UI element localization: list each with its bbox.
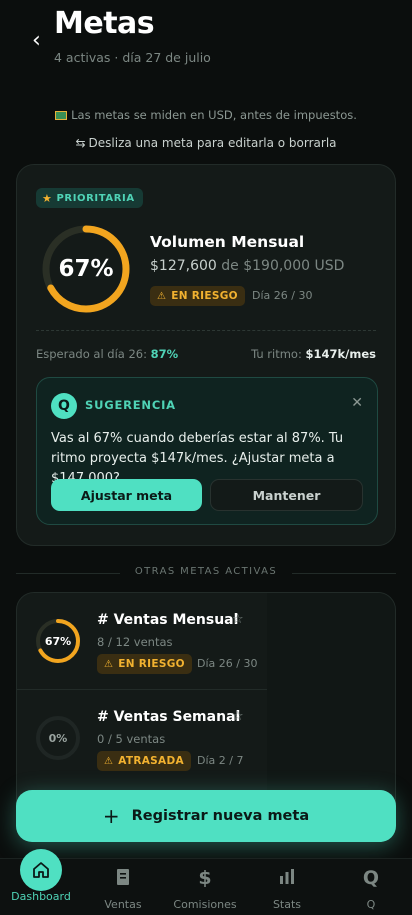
suggestion-title: SUGERENCIA (85, 398, 176, 412)
money-flag-icon (55, 111, 68, 120)
tab-comisiones[interactable]: $ Comisiones (164, 859, 246, 915)
main-progress-ring: 67% (40, 223, 132, 315)
goal-day: Día 26 / 30 (197, 657, 258, 670)
tab-label: Q (366, 898, 376, 911)
star-outline-icon[interactable]: ☆ (232, 612, 244, 627)
receipt-icon (82, 867, 164, 892)
goal-row[interactable]: 0% # Ventas Semanal ☆ 0 / 5 ventas ⚠ ATR… (17, 690, 267, 787)
page-title: Metas (54, 6, 155, 41)
goal-name: # Ventas Semanal (97, 709, 241, 725)
warning-icon: ⚠ (157, 290, 167, 302)
back-chevron-icon[interactable]: ‹ (32, 30, 48, 52)
plus-icon: + (102, 804, 120, 828)
tab-q[interactable]: Q Q (330, 859, 412, 915)
main-goal-of: de (221, 258, 239, 274)
status-badge-label: ATRASADA (118, 755, 184, 767)
register-goal-button[interactable]: + Registrar nueva meta (16, 790, 396, 842)
priority-goal-card[interactable]: ★ PRIORITARIA 67% Volumen Mensual $127,6… (16, 164, 396, 546)
other-goals-list: 67% # Ventas Mensual ☆ 8 / 12 ventas ⚠ E… (16, 592, 396, 822)
other-goals-heading-text: OTRAS METAS ACTIVAS (134, 566, 278, 577)
home-icon (20, 849, 62, 891)
bottom-tab-bar: Dashboard Ventas $ Comisiones Stats Q Q (0, 849, 412, 915)
page-subtitle: 4 activas · día 27 de julio (54, 50, 211, 65)
currency-notice-text: Las metas se miden en USD, antes de impu… (71, 108, 357, 122)
warning-icon: ⚠ (104, 755, 114, 767)
swipe-hint-text: Desliza una meta para editarla o borrarl… (88, 136, 337, 150)
q-logo-icon: Q (51, 393, 77, 419)
status-badge: ⚠ EN RIESGO (97, 654, 192, 674)
tab-label: Comisiones (173, 898, 237, 911)
swipe-actions-area (267, 593, 395, 821)
goal-count: 8 / 12 ventas (97, 635, 173, 649)
dashed-divider (36, 330, 376, 331)
goal-row[interactable]: 67% # Ventas Mensual ☆ 8 / 12 ventas ⚠ E… (17, 593, 267, 690)
header: ‹ Metas 4 activas · día 27 de julio (0, 0, 412, 80)
goal-name: # Ventas Mensual (97, 612, 239, 628)
star-filled-icon: ★ (42, 191, 53, 205)
goal-progress-ring: 0% (34, 714, 82, 762)
main-goal-day: Día 26 / 30 (252, 289, 313, 302)
adjust-goal-button[interactable]: Ajustar meta (51, 479, 202, 511)
bar-chart-icon (246, 867, 328, 892)
current-rhythm: Tu ritmo: $147k/mes (251, 347, 376, 361)
expected-value: 87% (150, 347, 179, 361)
tab-label: Stats (272, 898, 302, 911)
rhythm-label: Tu ritmo: (251, 347, 302, 361)
currency-notice: Las metas se miden en USD, antes de impu… (0, 108, 412, 122)
swap-arrows-icon: ⇆ (75, 136, 86, 150)
main-goal-target: $190,000 USD (243, 258, 345, 274)
tab-label: Dashboard (11, 890, 71, 903)
swipe-hint: ⇆ Desliza una meta para editarla o borrar… (0, 136, 412, 150)
priority-badge: ★ PRIORITARIA (36, 188, 143, 208)
status-badge: ⚠ ATRASADA (97, 751, 191, 771)
status-badge-label: EN RIESGO (118, 658, 185, 670)
goal-day: Día 2 / 7 (197, 754, 244, 767)
close-icon[interactable]: ✕ (351, 395, 363, 411)
tab-stats[interactable]: Stats (246, 859, 328, 915)
main-goal-amount: $127,600 de $190,000 USD (150, 258, 344, 274)
goal-count: 0 / 5 ventas (97, 732, 166, 746)
q-logo-icon: Q (362, 867, 380, 889)
status-badge-label: EN RIESGO (171, 290, 238, 302)
warning-icon: ⚠ (104, 658, 114, 670)
star-outline-icon[interactable]: ☆ (232, 709, 244, 724)
tab-ventas[interactable]: Ventas (82, 859, 164, 915)
expected-progress: Esperado al día 26: 87% (36, 347, 178, 361)
goal-progress-ring: 67% (34, 617, 82, 665)
main-goal-current: $127,600 (150, 258, 217, 274)
status-badge: ⚠ EN RIESGO (150, 286, 245, 306)
expected-label: Esperado al día 26: (36, 347, 148, 361)
divider-line-right (292, 573, 396, 574)
register-goal-label: Registrar nueva meta (131, 808, 310, 824)
goal-progress-percent: 67% (44, 634, 72, 648)
dollar-icon: $ (198, 867, 212, 889)
main-progress-percent: 67% (58, 256, 114, 282)
rhythm-value: $147k/mes (305, 347, 376, 361)
main-goal-name: Volumen Mensual (150, 233, 305, 251)
tab-dashboard[interactable]: Dashboard (0, 849, 82, 915)
goal-progress-percent: 0% (48, 731, 68, 745)
priority-badge-label: PRIORITARIA (56, 192, 135, 204)
other-goals-heading: OTRAS METAS ACTIVAS (16, 566, 396, 580)
keep-goal-button[interactable]: Mantener (210, 479, 363, 511)
tab-label: Ventas (104, 898, 142, 911)
suggestion-box: Q SUGERENCIA ✕ Vas al 67% cuando debería… (36, 377, 378, 525)
